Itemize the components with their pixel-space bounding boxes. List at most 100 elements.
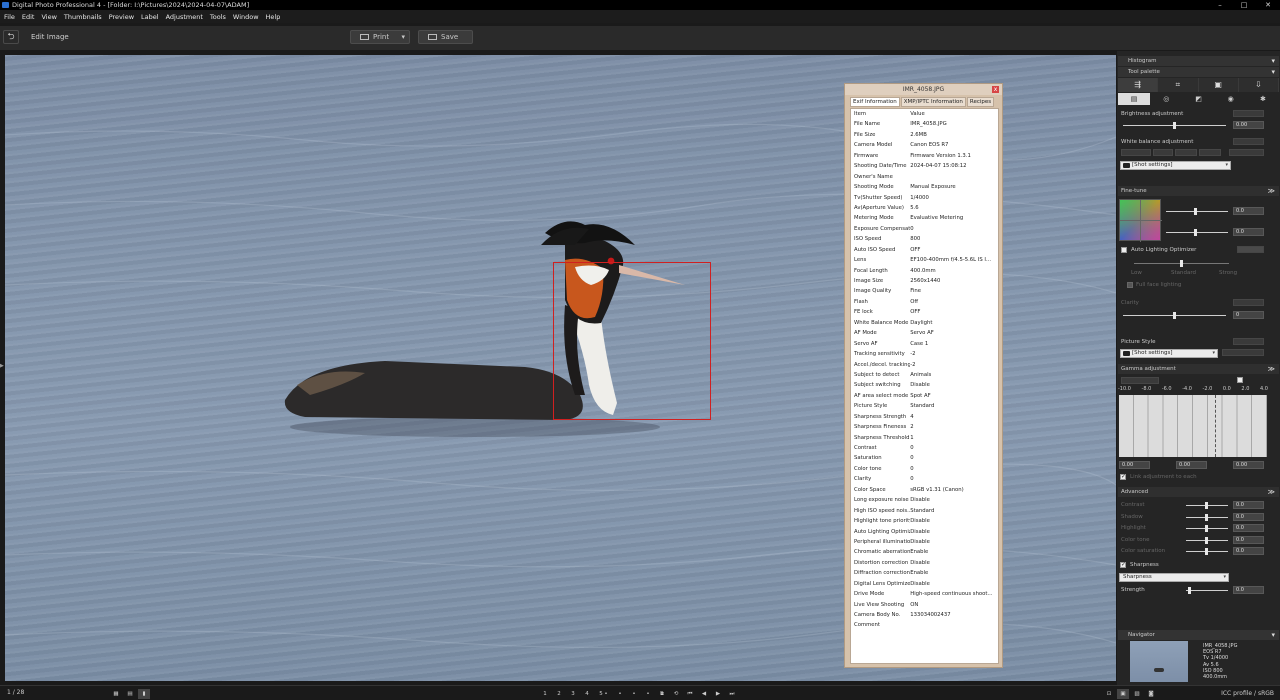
close-icon[interactable]: x: [992, 86, 999, 93]
gamma-mid-value[interactable]: 0.00: [1176, 461, 1207, 469]
table-row[interactable]: Subject switching Disable: [851, 380, 998, 390]
table-row[interactable]: Distortion correction Disable: [851, 558, 998, 568]
table-row[interactable]: Owner's Name: [851, 172, 998, 182]
zoom-4-button[interactable]: 4: [581, 689, 593, 699]
table-row[interactable]: AF Mode Servo AF: [851, 328, 998, 338]
rating-4-button[interactable]: •: [642, 689, 654, 699]
fine-tune-value-1[interactable]: 0.0: [1233, 207, 1264, 215]
menu-file[interactable]: File: [4, 13, 15, 21]
advanced-header[interactable]: Advanced ≫: [1118, 487, 1279, 497]
table-row[interactable]: Highlight tone priority Disable: [851, 516, 998, 526]
alo-checkbox[interactable]: [1121, 247, 1127, 253]
menu-adjustment[interactable]: Adjustment: [166, 13, 203, 21]
zoom-1-button[interactable]: 1: [539, 689, 551, 699]
left-panel-toggle-icon[interactable]: ▶: [0, 363, 4, 369]
table-row[interactable]: Long exposure noise ... Disable: [851, 495, 998, 505]
picture-style-select[interactable]: [Shot settings] ▾: [1120, 349, 1218, 358]
back-button[interactable]: ⮌: [3, 30, 19, 44]
advanced-item-value[interactable]: 0.0: [1233, 547, 1264, 555]
grid-view-icon[interactable]: ▦: [110, 689, 122, 699]
advanced-item-slider[interactable]: [1186, 513, 1228, 521]
table-row[interactable]: ISO Speed 800: [851, 234, 998, 244]
menu-edit[interactable]: Edit: [22, 13, 35, 21]
table-row[interactable]: Drive Mode High-speed continuous shoot...: [851, 589, 998, 599]
wb-register-button[interactable]: [1229, 149, 1264, 156]
table-row[interactable]: Chromatic aberration ...Enable: [851, 547, 998, 557]
slider-knob[interactable]: [1205, 536, 1208, 544]
table-row[interactable]: Subject to detect Animals: [851, 370, 998, 380]
table-row[interactable]: Servo AF Case 1: [851, 339, 998, 349]
wb-tool-button-4[interactable]: [1199, 149, 1221, 156]
clarity-reset-button[interactable]: [1233, 299, 1264, 306]
gamma-option-checkbox[interactable]: [1237, 377, 1243, 383]
table-row[interactable]: Lens EF100-400mm f/4.5-5.6L IS I...: [851, 255, 998, 265]
table-row[interactable]: Camera Body No. 133034002437: [851, 610, 998, 620]
rating-2-button[interactable]: •: [614, 689, 626, 699]
gamma-auto-button[interactable]: [1121, 377, 1159, 384]
output-tab-icon[interactable]: ⇩: [1238, 78, 1279, 92]
rotate-icon[interactable]: ⟲: [670, 689, 682, 699]
last-image-icon[interactable]: ⏭: [726, 689, 738, 699]
brightness-reset-button[interactable]: [1233, 110, 1264, 117]
advanced-item-slider[interactable]: [1186, 525, 1228, 532]
gamma-header[interactable]: Gamma adjustment ≫: [1118, 364, 1279, 374]
single-view-icon[interactable]: ▮: [138, 689, 150, 699]
exif-table[interactable]: Item Value File Name IMR_4058.JPG File Siz…: [850, 108, 999, 664]
table-row[interactable]: White Balance Mode Daylight: [851, 318, 998, 328]
next-image-icon[interactable]: ▶: [712, 689, 724, 699]
advanced-item-slider[interactable]: [1186, 548, 1228, 555]
table-row[interactable]: FE lock OFF: [851, 307, 998, 317]
wb-tool-button-3[interactable]: [1175, 149, 1197, 156]
tool-palette-header[interactable]: Tool palette ▾: [1118, 67, 1279, 77]
brightness-slider[interactable]: [1123, 122, 1226, 129]
wb-tool-button-2[interactable]: [1153, 149, 1173, 156]
slider-knob[interactable]: [1173, 312, 1176, 319]
info-icon[interactable]: ▣: [1117, 689, 1129, 699]
print-button[interactable]: Print ▾: [350, 30, 410, 44]
slider-knob[interactable]: [1194, 229, 1197, 236]
zoom-2-button[interactable]: 2: [553, 689, 565, 699]
first-image-icon[interactable]: ⏮: [684, 689, 696, 699]
table-row[interactable]: Contrast 0: [851, 443, 998, 453]
slider-knob[interactable]: [1205, 525, 1208, 532]
split-view-icon[interactable]: ▤: [124, 689, 136, 699]
gamma-black-value[interactable]: 0.00: [1119, 461, 1150, 469]
table-row[interactable]: Shooting Mode Manual Exposure: [851, 182, 998, 192]
advanced-item-value[interactable]: 0.0: [1233, 512, 1264, 521]
zoom-3-button[interactable]: 3: [567, 689, 579, 699]
print-dropdown-icon[interactable]: ▾: [401, 31, 405, 43]
menu-thumbnails[interactable]: Thumbnails: [64, 13, 102, 21]
advanced-item-value[interactable]: 0.0: [1233, 524, 1264, 532]
menu-help[interactable]: Help: [266, 13, 281, 21]
table-row[interactable]: Metering Mode Evaluative Metering: [851, 213, 998, 223]
table-row[interactable]: Diffraction correction Enable: [851, 568, 998, 578]
sharpness-select[interactable]: Sharpness ▾: [1119, 573, 1229, 582]
table-row[interactable]: Color tone 0: [851, 464, 998, 474]
table-row[interactable]: Shooting Date/Time 2024-04-07 15:08:12: [851, 161, 998, 171]
brightness-slider-knob[interactable]: [1173, 122, 1176, 129]
basic-subtab-icon[interactable]: ▤: [1118, 93, 1151, 105]
table-row[interactable]: Flash Off: [851, 297, 998, 307]
basic-adjust-tab-icon[interactable]: ⇶: [1118, 78, 1159, 92]
gamma-graph[interactable]: [1119, 395, 1267, 457]
color-wheel[interactable]: [1119, 199, 1162, 242]
white-balance-select[interactable]: [Shot settings] ▾: [1120, 161, 1231, 170]
alo-reset-button[interactable]: [1237, 246, 1264, 253]
table-row[interactable]: Camera Model Canon EOS R7: [851, 140, 998, 150]
color-subtab-icon[interactable]: ◉: [1215, 93, 1247, 105]
navigator-header[interactable]: Navigator ▾: [1118, 630, 1279, 640]
table-row[interactable]: Tracking sensitivity -2: [851, 349, 998, 359]
menu-label[interactable]: Label: [141, 13, 159, 21]
alo-level-slider[interactable]: [1134, 260, 1229, 267]
tone-subtab-icon[interactable]: ◩: [1182, 93, 1214, 105]
advanced-item-value[interactable]: 0.0: [1233, 501, 1264, 509]
table-row[interactable]: AF area select mode Spot AF: [851, 391, 998, 401]
image-tab-icon[interactable]: ▣: [1198, 78, 1239, 92]
minimize-button[interactable]: –: [1208, 0, 1232, 10]
histogram-header[interactable]: Histogram ▾: [1118, 56, 1279, 66]
save-button[interactable]: Save: [418, 30, 473, 44]
compare-icon[interactable]: ⧉: [656, 689, 668, 699]
table-row[interactable]: Accel./decel. tracking -2: [851, 360, 998, 370]
gamma-link-checkbox[interactable]: [1120, 473, 1126, 480]
table-row[interactable]: Image Quality Fine: [851, 286, 998, 296]
